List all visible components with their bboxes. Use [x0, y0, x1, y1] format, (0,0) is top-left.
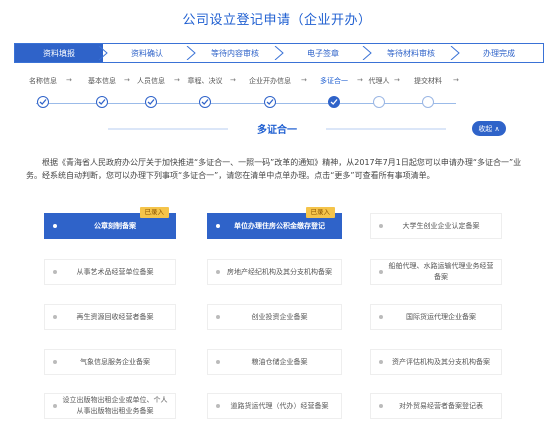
item-card[interactable]: 资产评估机构及其分支机构备案 — [370, 349, 502, 375]
item-label: 船舶代理、水路运输代理业务经营备案 — [388, 262, 494, 281]
chevron-right-icon — [274, 46, 284, 60]
bullet-icon — [216, 404, 220, 408]
arrow-right-icon: → — [174, 76, 180, 84]
item-card[interactable]: 从事艺术品经营单位备案 — [44, 259, 176, 285]
chevron-right-icon — [186, 46, 196, 60]
step-basic-info[interactable]: 基本信息 — [88, 76, 116, 86]
tab-material-review[interactable]: 等待材料审核 — [367, 43, 460, 63]
tab-label: 资料填报 — [43, 48, 75, 58]
item-card[interactable]: 房地产经纪机构及其分支机构备案 — [207, 259, 342, 285]
item-label: 公章刻制备案 — [94, 221, 136, 230]
check-circle-icon — [37, 96, 49, 108]
item-card[interactable]: 再生资源回收经营者备案 — [44, 304, 176, 330]
collapse-button[interactable]: 收起 ∧ — [472, 121, 506, 136]
sub-step-progress: 名称信息 → 基本信息 → 人员信息 → 章程、决议 → 企业开办信息 → 多证… — [20, 76, 540, 110]
item-label: 房地产经纪机构及其分支机构备案 — [227, 267, 332, 276]
item-label: 再生资源回收经营者备案 — [76, 312, 154, 321]
item-card[interactable]: 创业投资企业备案 — [207, 304, 342, 330]
section-title: 多证合一 — [257, 125, 297, 136]
section-header: 多证合一 收起 ∧ — [0, 119, 554, 139]
check-circle-icon — [199, 96, 211, 108]
item-label: 粮油仓储企业备案 — [251, 357, 308, 366]
progress-tabs: 资料填报 资料确认 等待内容审核 电子签章 等待材料审核 办理完成 — [14, 43, 544, 63]
arrow-right-icon: → — [453, 76, 459, 84]
arrow-right-icon: → — [301, 76, 307, 84]
item-label: 从事艺术品经营单位备案 — [76, 267, 154, 276]
bullet-icon — [216, 315, 220, 319]
entered-badge: 已录入 — [139, 207, 169, 218]
item-label: 单位办理住房公积金缴存登记 — [234, 221, 325, 230]
item-card[interactable]: 设立出版物出租企业或单位、个人从事出版物出租业务备案 — [44, 393, 176, 419]
chevron-right-icon — [362, 46, 372, 60]
tab-label: 资料确认 — [131, 48, 163, 58]
item-card[interactable]: 公章刻制备案 已录入 — [44, 207, 176, 239]
item-label: 气象信息服务企业备案 — [80, 357, 150, 366]
arrow-right-icon: → — [230, 76, 236, 84]
item-card[interactable]: 国际货运代理企业备案 — [370, 304, 502, 330]
bullet-icon — [379, 270, 383, 274]
step-enterprise-info[interactable]: 企业开办信息 — [249, 76, 291, 86]
item-label: 道路货运代理（代办）经营备案 — [230, 401, 329, 410]
bullet-icon — [379, 360, 383, 364]
item-card[interactable]: 气象信息服务企业备案 — [44, 349, 176, 375]
pending-step-icon — [373, 96, 385, 108]
instructions-text: 根据《青海省人民政府办公厅关于加快推进“多证合一、一照一码”改革的通知》精神，从… — [26, 158, 522, 180]
item-label: 国际货运代理企业备案 — [406, 312, 476, 321]
item-label: 创业投资企业备案 — [251, 312, 308, 321]
step-name-info[interactable]: 名称信息 — [29, 76, 57, 86]
tab-e-signature[interactable]: 电子签章 — [279, 43, 372, 63]
tab-data-confirm[interactable]: 资料确认 — [103, 43, 196, 63]
arrow-right-icon: → — [394, 76, 400, 84]
step-multi-cert[interactable]: 多证合一 — [320, 76, 348, 86]
step-personnel-info[interactable]: 人员信息 — [137, 76, 165, 86]
check-circle-icon — [96, 96, 108, 108]
tab-content-review[interactable]: 等待内容审核 — [191, 43, 284, 63]
bullet-icon — [379, 315, 383, 319]
check-circle-icon — [145, 96, 157, 108]
tab-label: 等待材料审核 — [387, 48, 435, 58]
page-title: 公司设立登记申请（企业开办） — [182, 13, 372, 28]
arrow-right-icon: → — [124, 76, 130, 84]
item-label: 设立出版物出租企业或单位、个人从事出版物出租业务备案 — [62, 396, 168, 415]
item-label: 资产评估机构及其分支机构备案 — [392, 357, 490, 366]
tab-label: 等待内容审核 — [211, 48, 259, 58]
item-card[interactable]: 大学生创业企业认定备案 — [370, 213, 502, 239]
chevron-right-icon — [450, 46, 460, 60]
item-card[interactable]: 对外贸易经营者备案登记表 — [370, 393, 502, 419]
bullet-icon — [216, 360, 220, 364]
bullet-icon — [53, 224, 57, 228]
bullet-icon — [53, 360, 57, 364]
bullet-icon — [53, 270, 57, 274]
arrow-right-icon: → — [357, 76, 363, 84]
bullet-icon — [53, 315, 57, 319]
check-circle-icon — [264, 96, 276, 108]
arrow-right-icon: → — [66, 76, 72, 84]
step-articles[interactable]: 章程、决议 — [188, 76, 223, 86]
tab-complete[interactable]: 办理完成 — [455, 43, 544, 63]
tab-label: 办理完成 — [483, 48, 515, 58]
item-label: 大学生创业企业认定备案 — [402, 221, 480, 230]
item-label: 对外贸易经营者备案登记表 — [399, 401, 483, 410]
item-card[interactable]: 道路货运代理（代办）经营备案 — [207, 393, 342, 419]
chevron-right-icon — [98, 46, 108, 60]
bullet-icon — [216, 270, 220, 274]
bullet-icon — [216, 224, 220, 228]
bullet-icon — [53, 404, 57, 408]
current-step-icon — [328, 96, 340, 108]
tab-data-entry[interactable]: 资料填报 — [14, 43, 108, 63]
item-card[interactable]: 船舶代理、水路运输代理业务经营备案 — [370, 259, 502, 285]
step-submit[interactable]: 提交材料 — [414, 76, 442, 86]
pending-step-icon — [422, 96, 434, 108]
item-card[interactable]: 粮油仓储企业备案 — [207, 349, 342, 375]
bullet-icon — [379, 404, 383, 408]
bullet-icon — [379, 224, 383, 228]
entered-badge: 已录入 — [305, 207, 335, 218]
item-card[interactable]: 单位办理住房公积金缴存登记 已录入 — [207, 207, 342, 239]
step-agent[interactable]: 代理人 — [369, 76, 390, 86]
tab-label: 电子签章 — [307, 48, 339, 58]
